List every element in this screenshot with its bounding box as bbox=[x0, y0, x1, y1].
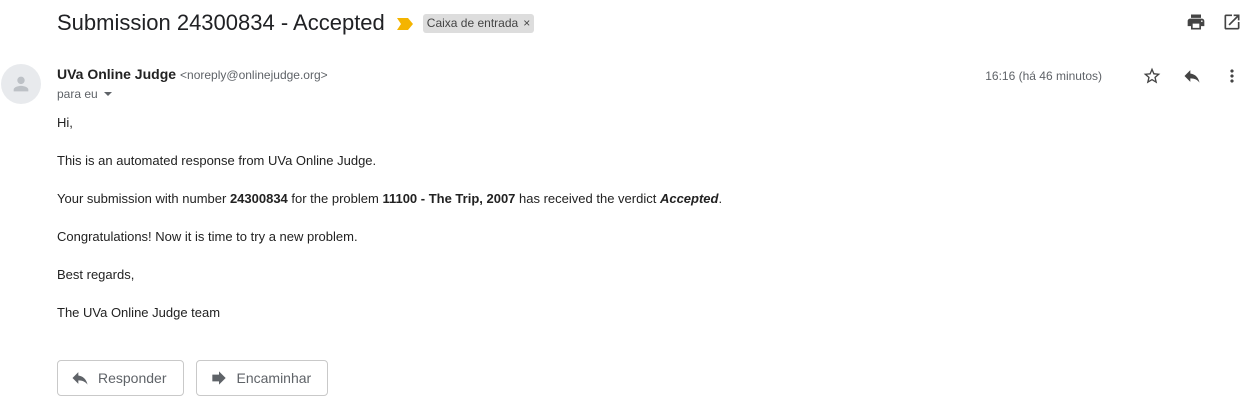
submission-mid: for the problem bbox=[287, 191, 383, 206]
importance-marker-icon[interactable] bbox=[396, 17, 413, 30]
submission-end: . bbox=[718, 191, 723, 206]
inbox-label-text: Caixa de entrada bbox=[426, 15, 519, 30]
sender-avatar[interactable] bbox=[1, 64, 41, 104]
reply-icon bbox=[72, 372, 88, 385]
message-meta: 16:16 (há 46 minutos) bbox=[985, 66, 1242, 86]
forward-button[interactable]: Encaminhar bbox=[195, 360, 329, 396]
person-icon bbox=[13, 76, 29, 92]
signature-line: The UVa Online Judge team bbox=[57, 305, 221, 320]
reply-button[interactable]: Responder bbox=[57, 360, 184, 396]
reply-button-label: Responder bbox=[98, 370, 167, 386]
message-time: 16:16 (há 46 minutos) bbox=[985, 69, 1102, 83]
recipients-text: para eu bbox=[57, 87, 98, 101]
more-vert-icon[interactable] bbox=[1222, 66, 1242, 86]
forward-button-label: Encaminhar bbox=[236, 370, 312, 386]
problem-name: 11100 - The Trip, 2007 bbox=[382, 191, 516, 206]
submission-post: has received the verdict bbox=[515, 191, 660, 206]
forward-icon bbox=[211, 371, 226, 385]
open-in-new-icon[interactable] bbox=[1222, 12, 1242, 32]
message-body: Hi, This is an automated response from U… bbox=[57, 115, 722, 343]
sender-row: UVa Online Judge <noreply@onlinejudge.or… bbox=[57, 66, 328, 82]
reply-actions: Responder Encaminhar bbox=[57, 360, 329, 396]
recipients-toggle[interactable]: para eu bbox=[57, 87, 112, 101]
star-icon[interactable] bbox=[1142, 66, 1162, 86]
verdict: Accepted bbox=[659, 191, 719, 206]
email-subject: Submission 24300834 - Accepted bbox=[57, 10, 385, 35]
intro-line: This is an automated response from UVa O… bbox=[57, 153, 377, 168]
reply-icon[interactable] bbox=[1182, 66, 1202, 86]
sender-email: <noreply@onlinejudge.org> bbox=[180, 68, 328, 82]
chevron-down-icon[interactable] bbox=[103, 92, 112, 96]
remove-label-icon[interactable]: × bbox=[523, 16, 530, 31]
subject-row: Submission 24300834 - Accepted Caixa de … bbox=[57, 6, 535, 40]
greeting: Hi, bbox=[57, 115, 73, 130]
congrats-line: Congratulations! Now it is time to try a… bbox=[57, 229, 358, 244]
submission-pre: Your submission with number bbox=[57, 191, 230, 206]
submission-number: 24300834 bbox=[229, 191, 288, 206]
closing-line: Best regards, bbox=[57, 267, 135, 282]
submission-line: Your submission with number 24300834 for… bbox=[57, 191, 722, 207]
thread-actions bbox=[1186, 12, 1242, 32]
sender-name[interactable]: UVa Online Judge bbox=[57, 66, 176, 82]
inbox-label-chip[interactable]: Caixa de entrada × bbox=[422, 13, 535, 33]
print-icon[interactable] bbox=[1186, 12, 1206, 32]
